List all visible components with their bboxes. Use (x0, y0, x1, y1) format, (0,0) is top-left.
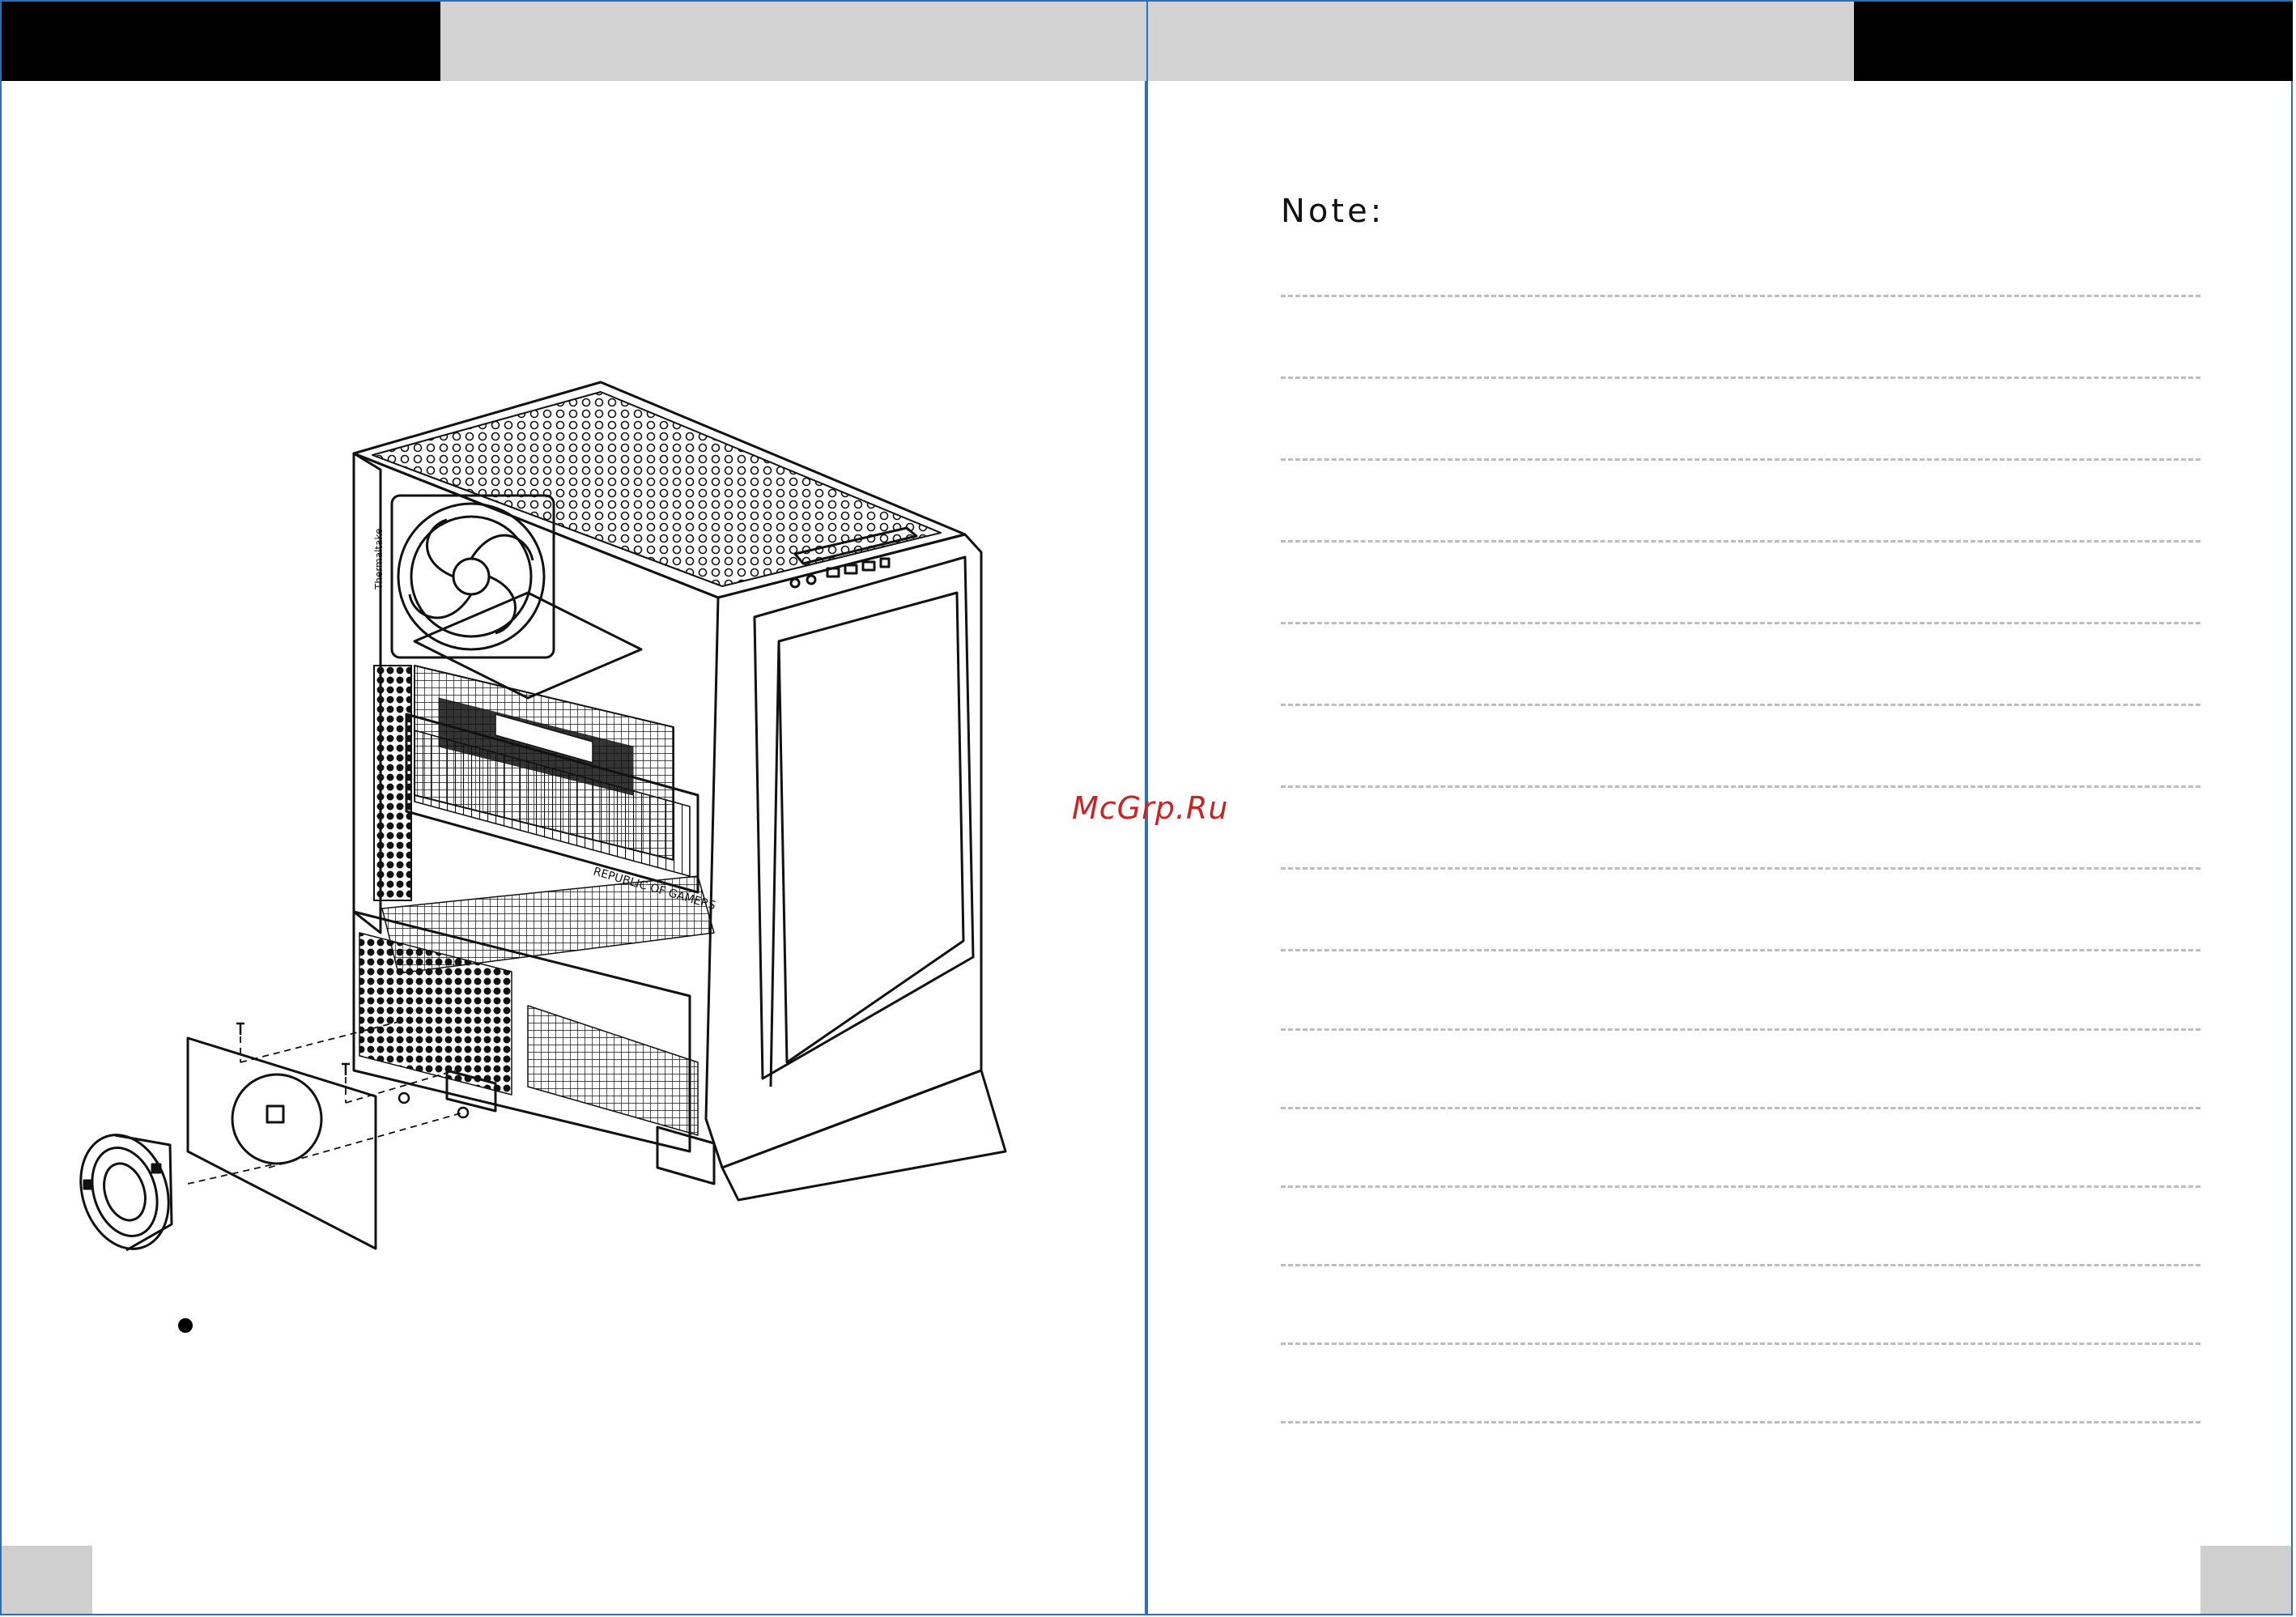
note-line (1281, 377, 2200, 379)
page-number-tab-left (2, 1546, 92, 1614)
svg-text:Thermaltake: Thermaltake (373, 529, 385, 590)
note-line (1281, 1264, 2200, 1266)
note-line (1281, 540, 2200, 543)
note-line (1281, 1421, 2200, 1423)
header-black-tab-right (1854, 2, 2293, 81)
pc-case-exploded-view-icon: Thermaltake REPUBLIC OF GAMERS (79, 381, 1007, 1252)
note-line (1281, 1185, 2200, 1188)
note-line (1281, 704, 2200, 706)
header-grey-band-right (1148, 2, 1854, 81)
note-line (1281, 1028, 2200, 1031)
header-black-tab (2, 2, 440, 81)
note-line (1281, 622, 2200, 624)
note-line (1281, 1343, 2200, 1345)
bullet-point (178, 1318, 193, 1333)
note-line (1281, 785, 2200, 788)
right-page: Note: (1146, 0, 2293, 1615)
note-label: Note: (1281, 193, 1385, 230)
page-number-tab-right (2200, 1546, 2291, 1614)
note-line (1281, 867, 2200, 870)
note-line (1281, 949, 2200, 951)
left-page: Thermaltake REPUBLIC OF GAMERS (0, 0, 1146, 1615)
header-grey-band (440, 2, 1146, 81)
note-line (1281, 1107, 2200, 1109)
note-line (1281, 458, 2200, 461)
note-line (1281, 295, 2200, 297)
watermark-text: McGrp.Ru (1072, 790, 1229, 826)
